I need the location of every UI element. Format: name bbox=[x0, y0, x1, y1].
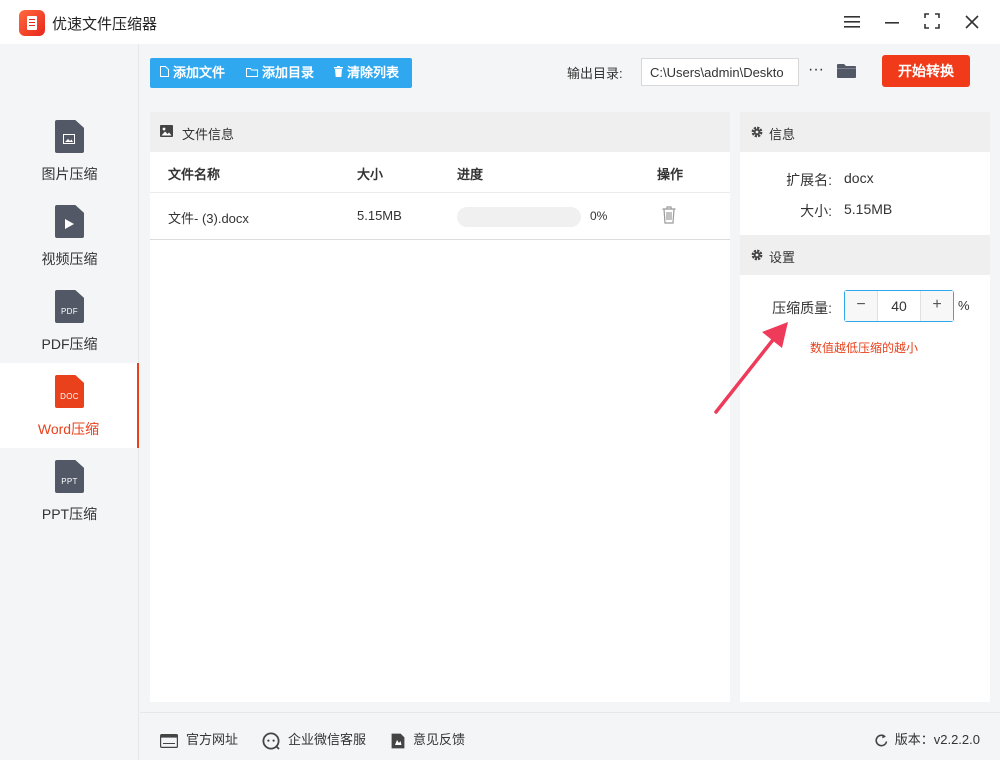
size-label: 大小: bbox=[800, 203, 832, 219]
wechat-icon bbox=[262, 732, 280, 750]
sidebar-item-pdf[interactable]: PDF PDF压缩 bbox=[0, 278, 139, 363]
app-logo-icon bbox=[19, 10, 45, 36]
add-folder-label: 添加目录 bbox=[262, 65, 315, 80]
file-list-panel: 文件信息 文件名称 大小 进度 操作 文件- (3).docx 5.15MB 0… bbox=[150, 112, 730, 702]
footer: 官方网址 企业微信客服 意见反馈 版本：v2.2.2.0 bbox=[140, 712, 1000, 760]
ppt-file-icon: PPT bbox=[55, 460, 84, 493]
quality-label: 压缩质量: bbox=[772, 300, 832, 316]
pdf-file-icon: PDF bbox=[55, 290, 84, 323]
file-icon bbox=[160, 66, 169, 77]
wechat-label: 企业微信客服 bbox=[288, 732, 367, 747]
title-bar: 优速文件压缩器 bbox=[0, 0, 1000, 44]
ppt-tag: PPT bbox=[61, 477, 78, 486]
table-row[interactable]: 文件- (3).docx 5.15MB 0% bbox=[150, 192, 730, 240]
app-title: 优速文件压缩器 bbox=[52, 16, 158, 33]
column-header-progress: 进度 bbox=[457, 167, 484, 182]
sidebar-item-label: PPT压缩 bbox=[41, 506, 98, 522]
file-name-cell: 文件- (3).docx bbox=[168, 211, 249, 226]
folder-outline-icon bbox=[246, 68, 258, 77]
column-header-size: 大小 bbox=[357, 167, 384, 182]
sidebar-item-label: Word压缩 bbox=[37, 421, 100, 437]
open-folder-icon[interactable] bbox=[837, 63, 857, 79]
settings-title: 设置 bbox=[769, 250, 796, 265]
add-folder-button[interactable]: 添加目录 bbox=[246, 58, 314, 88]
sidebar-item-label: 图片压缩 bbox=[41, 166, 98, 182]
version-label: 版本：v2.2.2.0 bbox=[894, 732, 980, 747]
sidebar: 图片压缩 视频压缩 PDF PDF压缩 DOC Word压缩 PPT PPT压缩 bbox=[0, 44, 139, 760]
image-file-icon bbox=[55, 120, 84, 153]
feedback-icon bbox=[391, 733, 405, 748]
pdf-tag: PDF bbox=[61, 307, 78, 316]
maximize-icon[interactable] bbox=[919, 10, 945, 36]
more-options-button[interactable]: ··· bbox=[806, 58, 826, 86]
sidebar-item-label: PDF压缩 bbox=[41, 336, 98, 352]
extension-value: docx bbox=[844, 170, 874, 186]
website-link[interactable]: 官方网址 bbox=[160, 729, 238, 748]
info-title: 信息 bbox=[769, 127, 796, 142]
trash-icon bbox=[334, 66, 343, 77]
decrease-button[interactable]: − bbox=[845, 291, 877, 321]
file-panel-title: 文件信息 bbox=[182, 127, 235, 142]
quality-hint: 数值越低压缩的越小 bbox=[810, 341, 919, 355]
wechat-service-link[interactable]: 企业微信客服 bbox=[262, 729, 366, 750]
increase-button[interactable]: + bbox=[921, 291, 953, 321]
output-dir-label: 输出目录: bbox=[567, 66, 623, 81]
output-dir-input[interactable] bbox=[641, 58, 799, 86]
toolbar: 添加文件 添加目录 清除列表 输出目录: ··· 开始转换 bbox=[140, 44, 1000, 102]
progress-percent: 0% bbox=[590, 209, 608, 223]
version-info: 版本：v2.2.2.0 bbox=[874, 729, 980, 748]
file-panel-header: 文件信息 bbox=[150, 112, 730, 152]
add-file-label: 添加文件 bbox=[173, 65, 226, 80]
size-value: 5.15MB bbox=[844, 201, 893, 217]
file-size-cell: 5.15MB bbox=[357, 208, 402, 223]
sidebar-item-ppt[interactable]: PPT PPT压缩 bbox=[0, 448, 139, 533]
column-header-action: 操作 bbox=[657, 167, 684, 182]
doc-tag: DOC bbox=[60, 392, 79, 401]
video-file-icon bbox=[55, 205, 84, 238]
file-button-group: 添加文件 添加目录 清除列表 bbox=[150, 58, 412, 88]
refresh-icon[interactable] bbox=[874, 733, 889, 748]
sidebar-item-video[interactable]: 视频压缩 bbox=[0, 193, 139, 278]
info-header: 信息 bbox=[740, 112, 990, 152]
minimize-icon[interactable] bbox=[879, 10, 905, 36]
quality-unit: % bbox=[958, 298, 970, 313]
sidebar-item-word[interactable]: DOC Word压缩 bbox=[0, 363, 139, 448]
image-icon bbox=[160, 125, 173, 137]
quality-stepper: − + bbox=[844, 290, 954, 322]
clear-list-button[interactable]: 清除列表 bbox=[334, 58, 399, 88]
add-file-button[interactable]: 添加文件 bbox=[160, 58, 225, 88]
gear-icon bbox=[751, 126, 763, 138]
quality-input[interactable] bbox=[877, 291, 921, 321]
sidebar-item-image[interactable]: 图片压缩 bbox=[0, 108, 139, 193]
progress-bar bbox=[457, 207, 581, 227]
gear-icon bbox=[751, 249, 763, 261]
website-icon bbox=[160, 733, 178, 748]
feedback-label: 意见反馈 bbox=[413, 732, 466, 747]
menu-icon[interactable] bbox=[839, 10, 865, 36]
sidebar-item-label: 视频压缩 bbox=[41, 251, 98, 267]
settings-header: 设置 bbox=[740, 235, 990, 275]
website-label: 官方网址 bbox=[186, 732, 239, 747]
feedback-link[interactable]: 意见反馈 bbox=[391, 729, 465, 749]
extension-label: 扩展名: bbox=[786, 172, 832, 188]
clear-list-label: 清除列表 bbox=[347, 65, 400, 80]
close-icon[interactable] bbox=[959, 10, 985, 36]
column-header-name: 文件名称 bbox=[168, 167, 221, 182]
doc-file-icon: DOC bbox=[55, 375, 84, 408]
delete-trash-icon[interactable] bbox=[662, 206, 676, 224]
start-convert-button[interactable]: 开始转换 bbox=[882, 55, 970, 87]
info-panel: 信息 扩展名: docx 大小: 5.15MB 设置 压缩质量: − + % 数… bbox=[740, 112, 990, 702]
